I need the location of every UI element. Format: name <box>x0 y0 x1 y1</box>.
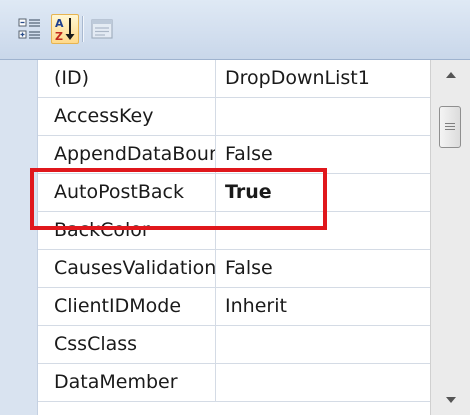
property-row-datamember[interactable]: DataMember <box>38 364 430 402</box>
property-value[interactable] <box>216 98 430 135</box>
property-grid-gutter <box>0 60 38 415</box>
vertical-scrollbar[interactable] <box>430 60 470 415</box>
property-row-appenddatabound[interactable]: AppendDataBound False <box>38 136 430 174</box>
property-value[interactable]: DropDownList1 <box>216 60 430 97</box>
property-value[interactable] <box>216 364 430 401</box>
property-name: AutoPostBack <box>38 174 216 211</box>
property-name: DataMember <box>38 364 216 401</box>
categorized-button[interactable] <box>16 14 44 44</box>
property-row-id[interactable]: (ID) DropDownList1 <box>38 60 430 98</box>
property-value[interactable]: False <box>216 250 430 287</box>
property-name: AccessKey <box>38 98 216 135</box>
svg-text:A: A <box>55 17 64 30</box>
property-row-clientidmode[interactable]: ClientIDMode Inherit <box>38 288 430 326</box>
property-pages-icon <box>91 19 113 39</box>
scroll-thumb-grip <box>445 126 455 127</box>
property-value[interactable]: Inherit <box>216 288 430 325</box>
svg-text:Z: Z <box>55 30 63 43</box>
property-name: ClientIDMode <box>38 288 216 325</box>
scroll-down-button[interactable] <box>431 385 470 415</box>
property-name: CausesValidation <box>38 250 216 287</box>
property-value[interactable]: True <box>216 174 430 211</box>
property-row-autopostback[interactable]: AutoPostBack True <box>38 174 430 212</box>
scroll-up-button[interactable] <box>431 60 470 90</box>
scroll-down-arrow-icon <box>446 397 456 403</box>
property-row-backcolor[interactable]: BackColor <box>38 212 430 250</box>
property-name: CssClass <box>38 326 216 363</box>
scroll-thumb-grip <box>445 129 455 130</box>
property-grid-toolbar: A Z <box>0 0 470 60</box>
property-value[interactable] <box>216 212 430 249</box>
property-name: AppendDataBound <box>38 136 216 173</box>
alphabetical-sort-icon: A Z <box>55 17 75 43</box>
property-value[interactable]: False <box>216 136 430 173</box>
property-grid: (ID) DropDownList1 AccessKey AppendDataB… <box>0 60 470 415</box>
toolbar-separator <box>82 16 83 42</box>
scroll-thumb[interactable] <box>439 106 461 148</box>
property-value[interactable] <box>216 326 430 363</box>
property-name: BackColor <box>38 212 216 249</box>
property-row-causesvalidation[interactable]: CausesValidation False <box>38 250 430 288</box>
scroll-thumb-grip <box>445 123 455 124</box>
categorized-icon <box>18 18 40 39</box>
property-row-cssclass[interactable]: CssClass <box>38 326 430 364</box>
property-name: (ID) <box>38 60 216 97</box>
scroll-up-arrow-icon <box>446 72 456 78</box>
property-pages-button[interactable] <box>88 14 116 44</box>
property-row-accesskey[interactable]: AccessKey <box>38 98 430 136</box>
alphabetical-button[interactable]: A Z <box>51 14 79 44</box>
